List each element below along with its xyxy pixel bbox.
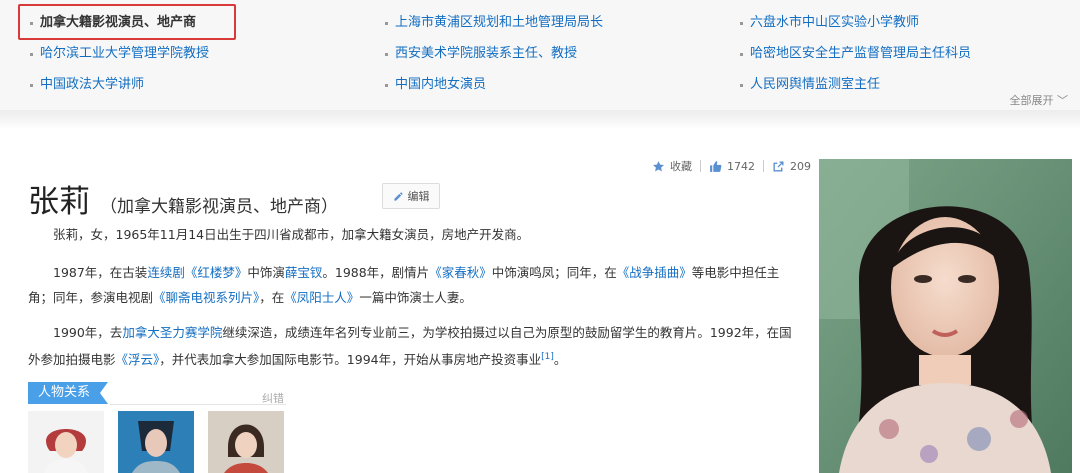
career-paragraph-1: 1987年，在古装连续剧《红楼梦》中饰演薛宝钗。1988年，剧情片《家春秋》中饰… <box>28 260 798 310</box>
reference-link[interactable]: [1] <box>541 352 554 362</box>
article-stats: 收藏 1742 209 <box>652 157 811 175</box>
pencil-icon <box>393 191 403 201</box>
disambiguation-item[interactable]: 六盘水市中山区实验小学教师 <box>738 11 919 35</box>
like-button[interactable]: 1742 <box>709 160 755 173</box>
relation-thumbnail[interactable] <box>208 411 284 473</box>
disambiguation-item[interactable]: 中国政法大学讲师 <box>28 73 144 97</box>
main-portrait-image[interactable] <box>819 159 1072 473</box>
link-liaozhai-series[interactable]: 《聊斋电视系列片》 <box>153 290 259 305</box>
person-photo <box>28 411 104 473</box>
text: 中饰演 <box>247 265 285 280</box>
chevron-down-icon: ﹀ <box>1057 94 1068 107</box>
section-divider <box>0 110 1080 130</box>
disambiguation-item[interactable]: 中国内地女演员 <box>383 73 486 97</box>
thumbs-up-icon <box>710 160 722 172</box>
disambiguation-item[interactable]: 上海市黄浦区规划和土地管理局局长 <box>383 11 603 35</box>
share-icon <box>773 160 784 172</box>
correction-link[interactable]: 纠错 <box>262 390 284 406</box>
disambiguation-item[interactable]: 哈密地区安全生产监督管理局主任科员 <box>738 42 971 66</box>
edit-button[interactable]: 编辑 <box>382 183 440 209</box>
like-count: 1742 <box>727 159 755 173</box>
disambiguation-item[interactable]: 西安美术学院服装系主任、教授 <box>383 42 577 66</box>
expand-all-link[interactable]: 全部展开 ﹀ <box>1010 92 1069 108</box>
page-subtitle: （加拿大籍影视演员、地产商） <box>100 197 338 217</box>
text: 1990年，去 <box>53 325 123 340</box>
person-photo <box>208 411 284 473</box>
page-title: 张莉 <box>28 184 90 220</box>
text: 。 <box>553 352 567 368</box>
edit-label: 编辑 <box>407 190 430 203</box>
expand-all-label: 全部展开 <box>1009 94 1054 107</box>
relations-divider <box>110 404 286 405</box>
text: 。1988年，剧情片 <box>322 265 430 280</box>
stats-divider <box>763 160 764 172</box>
favorite-label: 收藏 <box>670 160 692 173</box>
share-button[interactable]: 209 <box>772 160 811 173</box>
link-xue-baochai[interactable]: 薛宝钗 <box>285 265 323 280</box>
relation-thumbnail[interactable] <box>118 411 194 473</box>
link-fengyang-scholar[interactable]: 《凤阳士人》 <box>284 290 359 305</box>
star-icon <box>653 160 664 171</box>
relations-tag: 人物关系 <box>28 382 109 404</box>
career-paragraph-2: 1990年，去加拿大圣力赛学院继续深造，成绩连年名列专业前三，为学校拍摄过以自己… <box>28 320 798 372</box>
text: 1987年，在古装 <box>53 265 148 280</box>
disambiguation-item[interactable]: 人民网舆情监测室主任 <box>738 73 880 97</box>
text: 中饰演鸣凤；同年，在 <box>491 265 617 280</box>
link-family-spring-autumn[interactable]: 《家春秋》 <box>429 265 492 280</box>
text: ，并代表加拿大参加国际电影节。1994年，开始从事房地产投资事业 <box>159 352 542 368</box>
link-series[interactable]: 连续剧 <box>147 265 185 280</box>
person-photo <box>118 411 194 473</box>
highlight-annotation-box <box>18 4 236 40</box>
link-war-interlude[interactable]: 《战争插曲》 <box>617 265 692 280</box>
disambiguation-panel: 加拿大籍影视演员、地产商 上海市黄浦区规划和土地管理局局长 六盘水市中山区实验小… <box>0 0 1080 110</box>
link-dream-of-red-mansions[interactable]: 《红楼梦》 <box>185 265 248 280</box>
entry-title: 张莉 （加拿大籍影视演员、地产商） <box>28 176 338 220</box>
text: ，在 <box>259 290 285 305</box>
link-floating-clouds[interactable]: 《浮云》 <box>116 352 160 367</box>
text: 一篇中饰演士人妻。 <box>359 290 472 305</box>
share-count: 209 <box>790 159 811 173</box>
relation-thumbnail[interactable] <box>28 411 104 473</box>
favorite-button[interactable]: 收藏 <box>652 158 692 174</box>
stats-divider <box>700 160 701 172</box>
person-photo <box>819 159 1072 473</box>
summary-paragraph: 张莉，女，1965年11月14日出生于四川省成都市，加拿大籍女演员，房地产开发商… <box>53 227 530 242</box>
disambiguation-item[interactable]: 哈尔滨工业大学管理学院教授 <box>28 42 209 66</box>
link-canada-college[interactable]: 加拿大圣力赛学院 <box>122 325 222 340</box>
